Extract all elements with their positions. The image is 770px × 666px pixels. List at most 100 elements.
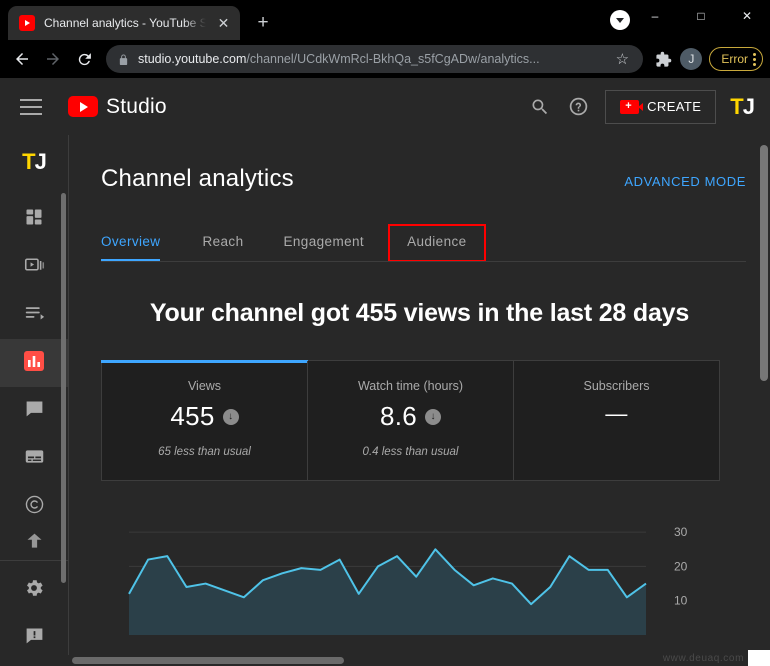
analytics-content: Channel analytics ADVANCED MODE Overview… xyxy=(68,135,770,666)
sidebar-channel-avatar[interactable]: TJ xyxy=(22,149,47,175)
metric-subtext: 0.4 less than usual xyxy=(362,446,459,458)
tab-audience[interactable]: Audience xyxy=(388,224,486,262)
minimize-icon[interactable]: – xyxy=(632,0,678,32)
reload-icon[interactable] xyxy=(69,44,99,74)
sidebar-item-content[interactable] xyxy=(0,243,68,291)
sidebar-divider xyxy=(0,560,68,561)
metric-label: Subscribers xyxy=(583,379,650,393)
search-icon[interactable] xyxy=(521,88,559,126)
gear-icon xyxy=(23,577,45,604)
browser-toolbar: studio.youtube.com/channel/UCdkWmRcl-Bkh… xyxy=(0,40,770,78)
sidebar-item-copyright[interactable] xyxy=(0,483,68,531)
sidebar-item-subtitles[interactable] xyxy=(0,435,68,483)
sidebar-item-monetization[interactable] xyxy=(0,531,68,553)
studio-logo[interactable]: Studio xyxy=(68,95,167,119)
sidebar-item-analytics[interactable] xyxy=(0,339,68,387)
sidebar-item-settings[interactable] xyxy=(0,566,68,614)
avatar-initial-t: T xyxy=(730,93,743,119)
subtitles-icon xyxy=(24,446,45,472)
profile-chip[interactable] xyxy=(610,10,630,30)
trend-down-icon: ↓ xyxy=(222,408,239,425)
studio-body: TJ Channel analytics ADVANCED MODE Overv… xyxy=(0,135,770,666)
address-bar[interactable]: studio.youtube.com/channel/UCdkWmRcl-Bkh… xyxy=(106,45,644,73)
browser-window: Channel analytics - YouTube Stud ✕ + – □… xyxy=(0,0,770,666)
lock-icon xyxy=(118,53,129,66)
url-host: studio.youtube.com xyxy=(138,52,247,66)
feedback-icon xyxy=(24,625,45,651)
metric-subtext: 65 less than usual xyxy=(158,446,251,458)
metric-card-views[interactable]: Views 455 ↓ 65 less than usual xyxy=(101,360,308,480)
avatar-initial-j: J xyxy=(742,93,755,119)
close-icon[interactable]: ✕ xyxy=(215,15,232,32)
y-axis-tick-label: 20 xyxy=(674,559,688,573)
metric-card-subscribers[interactable]: Subscribers — xyxy=(513,361,719,480)
metric-label: Watch time (hours) xyxy=(357,379,464,393)
metric-value: — xyxy=(605,401,628,426)
page-scrollbar-thumb[interactable] xyxy=(760,145,768,381)
metric-value: 8.6 xyxy=(379,401,418,431)
page-header: Channel analytics ADVANCED MODE xyxy=(101,135,770,193)
studio-wordmark: Studio xyxy=(106,94,167,118)
sidebar-item-send-feedback[interactable] xyxy=(0,614,68,662)
tab-overview[interactable]: Overview xyxy=(101,224,182,262)
analytics-tabs: Overview Reach Engagement Audience xyxy=(101,224,770,262)
create-button[interactable]: + CREATE xyxy=(605,89,717,124)
sidebar-item-playlists[interactable] xyxy=(0,291,68,339)
metric-value: 455 xyxy=(170,401,215,431)
browser-profile-avatar[interactable]: J xyxy=(680,48,703,70)
trend-down-icon: ↓ xyxy=(425,408,442,425)
extensions-puzzle-icon[interactable] xyxy=(650,46,676,72)
new-tab-button[interactable]: + xyxy=(249,9,277,37)
watermark: www.deuaq.com xyxy=(662,653,744,664)
metric-card-watch-time[interactable]: Watch time (hours) 8.6 ↓ 0.4 less than u… xyxy=(307,361,513,480)
youtube-play-icon xyxy=(68,96,98,117)
window-controls: – □ ✕ xyxy=(632,0,770,32)
hamburger-menu-icon[interactable] xyxy=(20,94,46,120)
metric-cards: Views 455 ↓ 65 less than usual Watch tim… xyxy=(101,360,720,481)
y-axis-tick-label: 30 xyxy=(674,525,688,539)
browser-tab[interactable]: Channel analytics - YouTube Stud ✕ xyxy=(8,6,240,40)
maximize-icon[interactable]: □ xyxy=(678,0,724,32)
studio-header: Studio + CREATE TJ xyxy=(0,78,770,135)
comment-icon xyxy=(24,398,45,424)
watermark-block xyxy=(748,650,770,666)
y-axis-tick-label: 10 xyxy=(674,594,688,608)
kebab-menu-icon[interactable] xyxy=(753,52,756,66)
tab-strip: Channel analytics - YouTube Stud ✕ + – □… xyxy=(0,0,770,40)
tab-title: Channel analytics - YouTube Stud xyxy=(44,16,206,30)
sidebar-item-dashboard[interactable] xyxy=(0,195,68,243)
playlist-icon xyxy=(24,302,45,328)
views-chart[interactable]: 10 20 30 xyxy=(101,507,720,657)
error-label: Error xyxy=(721,52,748,66)
url-text: studio.youtube.com/channel/UCdkWmRcl-Bkh… xyxy=(138,52,600,66)
page-scrollbar-track[interactable] xyxy=(757,135,770,666)
tab-reach[interactable]: Reach xyxy=(182,224,263,262)
forward-icon xyxy=(38,44,68,74)
page-title: Channel analytics xyxy=(101,165,294,192)
youtube-studio-page: Studio + CREATE TJ TJ Channel analytics … xyxy=(0,78,770,666)
monetization-icon xyxy=(24,531,45,553)
error-button[interactable]: Error xyxy=(709,47,763,71)
camera-plus-icon: + xyxy=(620,99,644,114)
window-close-icon[interactable]: ✕ xyxy=(724,0,770,32)
copyright-icon xyxy=(24,494,45,520)
account-avatar[interactable]: TJ xyxy=(730,93,755,120)
dashboard-icon xyxy=(24,207,44,232)
tab-engagement[interactable]: Engagement xyxy=(264,224,385,262)
horizontal-scrollbar-thumb[interactable] xyxy=(72,657,344,664)
video-icon xyxy=(24,254,45,280)
studio-sidebar: TJ xyxy=(0,135,68,666)
analytics-icon xyxy=(22,349,46,378)
url-path: /channel/UCdkWmRcl-BkhQa_s5fCgADw/analyt… xyxy=(246,52,540,66)
sidebar-item-comments[interactable] xyxy=(0,387,68,435)
metric-label: Views xyxy=(187,379,222,393)
advanced-mode-link[interactable]: ADVANCED MODE xyxy=(624,174,746,189)
views-chart-svg: 10 20 30 xyxy=(128,525,688,635)
create-label: CREATE xyxy=(647,99,702,114)
analytics-headline: Your channel got 455 views in the last 2… xyxy=(149,299,690,327)
bookmark-star-icon[interactable]: ☆ xyxy=(609,46,635,72)
back-icon[interactable] xyxy=(7,44,37,74)
tabs-underline xyxy=(101,261,746,262)
sidebar-scrollbar[interactable] xyxy=(61,193,66,583)
help-icon[interactable] xyxy=(559,88,597,126)
